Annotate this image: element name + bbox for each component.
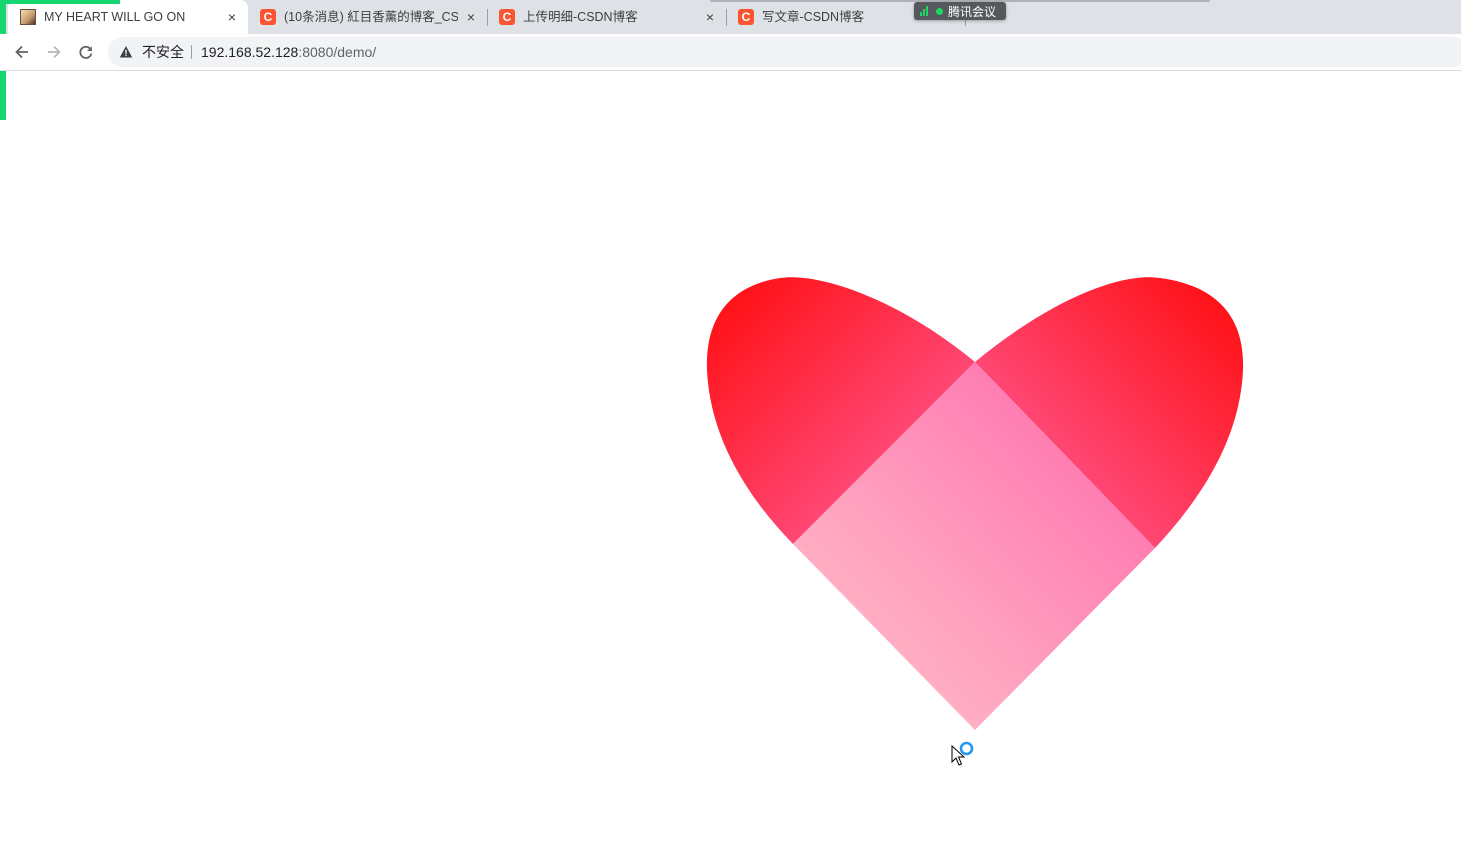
forward-arrow-icon[interactable] bbox=[44, 42, 64, 62]
tab-title: 上传明细-CSDN博客 bbox=[523, 10, 638, 24]
omnibox-divider bbox=[191, 45, 192, 59]
signal-bars-icon bbox=[920, 6, 930, 16]
reload-icon[interactable] bbox=[76, 42, 96, 62]
close-tab-icon[interactable]: × bbox=[224, 9, 240, 25]
address-bar[interactable]: 不安全 192.168.52.128:8080/demo/ bbox=[108, 37, 1461, 67]
warning-triangle-icon[interactable] bbox=[119, 45, 133, 59]
url-host: 192.168.52.128 bbox=[201, 44, 299, 60]
tab-upload-details[interactable]: C 上传明细-CSDN博客 × bbox=[487, 0, 725, 34]
tab-csdn-blog[interactable]: C (10条消息) 紅目香薰的博客_CSD × bbox=[248, 0, 486, 34]
url-text[interactable]: 192.168.52.128:8080/demo/ bbox=[201, 44, 376, 60]
browser-toolbar: 不安全 192.168.52.128:8080/demo/ bbox=[0, 34, 1461, 71]
security-status-label[interactable]: 不安全 bbox=[142, 44, 184, 60]
tab-title: MY HEART WILL GO ON bbox=[44, 10, 186, 24]
csdn-favicon-icon: C bbox=[260, 9, 276, 25]
url-path: :8080/demo/ bbox=[298, 44, 377, 60]
mouse-cursor-icon bbox=[951, 741, 974, 766]
status-dot-icon bbox=[936, 7, 943, 15]
back-arrow-icon[interactable] bbox=[12, 42, 32, 62]
edge-highlight-horizontal bbox=[0, 0, 120, 4]
tab-strip: MY HEART WILL GO ON × C (10条消息) 紅目香薰的博客_… bbox=[0, 0, 1461, 34]
tab-my-heart[interactable]: MY HEART WILL GO ON × bbox=[8, 0, 248, 34]
close-tab-icon[interactable]: × bbox=[702, 9, 718, 25]
close-tab-icon[interactable]: × bbox=[463, 9, 479, 25]
meeting-label: 腾讯会议 bbox=[948, 4, 997, 19]
heart-graphic bbox=[706, 277, 1244, 730]
csdn-favicon-icon: C bbox=[499, 9, 515, 25]
picture-favicon-icon bbox=[20, 9, 36, 25]
tab-title: (10条消息) 紅目香薰的博客_CSD bbox=[284, 10, 458, 24]
meeting-overlay[interactable]: 腾讯会议 bbox=[914, 2, 1006, 20]
tab-title: 写文章-CSDN博客 bbox=[762, 10, 865, 24]
csdn-favicon-icon: C bbox=[738, 9, 754, 25]
